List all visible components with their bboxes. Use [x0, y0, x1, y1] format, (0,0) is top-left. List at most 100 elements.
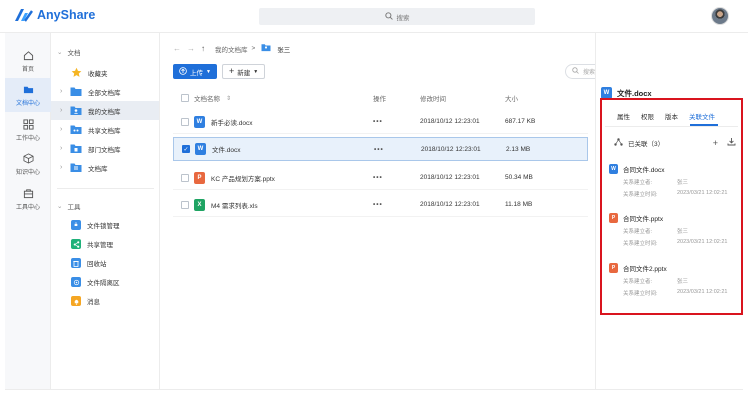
- rail-label: 首页: [21, 67, 34, 73]
- related-file-item[interactable]: P 合同文件.pptx 关系建立者: 张三 关系建立时间: 2023/03/21 1…: [609, 213, 737, 247]
- related-file-name[interactable]: 合同文件2.pptx: [623, 263, 667, 273]
- related-file-name[interactable]: 合同文件.docx: [623, 164, 665, 174]
- table-row[interactable]: X M4 需求列表.xls ••• 2018/10/12 12:23:01 11…: [173, 193, 588, 217]
- table-row[interactable]: W 新手必读.docx ••• 2018/10/12 12:23:01 687.…: [173, 110, 588, 134]
- chevron-right-icon[interactable]: ›: [60, 145, 70, 152]
- related-file-item[interactable]: W 合同文件.docx 关系建立者: 张三 关系建立时间: 2023/03/21 1…: [609, 164, 737, 198]
- anyshare-logo-icon: [14, 8, 33, 22]
- size-column-header[interactable]: 大小: [505, 93, 565, 103]
- global-search-input[interactable]: 搜索: [259, 8, 535, 25]
- relation-icon: [614, 137, 623, 148]
- modified-time: 2018/10/12 12:23:01: [420, 118, 480, 125]
- row-checkbox[interactable]: [181, 173, 189, 182]
- search-icon: [572, 67, 579, 76]
- file-name[interactable]: M4 需求列表.xls: [211, 200, 258, 210]
- table-row-selected[interactable]: ✓ W 文件.docx ••• 2018/10/12 12:23:01 2.13…: [173, 137, 588, 161]
- add-relation-icon[interactable]: +: [713, 138, 718, 148]
- toolbox-icon: [22, 187, 34, 199]
- app-logo[interactable]: AnyShare: [14, 8, 95, 22]
- tree-item-dept-library[interactable]: › 部门文档库: [51, 139, 159, 158]
- tools-section-header[interactable]: ⌄ 工具: [57, 201, 80, 211]
- tree-divider: [57, 188, 154, 189]
- tool-quarantine[interactable]: 文件隔离区: [71, 274, 120, 290]
- file-list-area: ← → ↑ 我的文档库 > 张三 上传 ▼ + 新建 ▼ 文档名称 ⇕ 操作 修…: [160, 33, 595, 389]
- tool-recycle-bin[interactable]: 回收站: [71, 255, 107, 271]
- caret-down-icon: ▼: [253, 68, 259, 75]
- chevron-right-icon[interactable]: ›: [60, 107, 70, 114]
- tree-item-shared-library[interactable]: › 共享文档库: [51, 120, 159, 139]
- tree-item-my-library[interactable]: › 我的文档库: [51, 101, 159, 120]
- tab-versions[interactable]: 版本: [665, 111, 678, 121]
- rail-item-work-center[interactable]: 工作中心: [5, 113, 51, 147]
- file-name[interactable]: KC 产品规划方案.pptx: [211, 173, 275, 183]
- rail-label: 工具中心: [15, 205, 40, 211]
- tool-share-manage[interactable]: 共享管理: [71, 236, 113, 252]
- lock-icon: 🔒︎: [71, 220, 81, 230]
- more-actions-icon[interactable]: •••: [373, 118, 420, 125]
- creator-key: 关系建立者:: [623, 180, 653, 186]
- tree-item-label: 我的文档库: [88, 108, 121, 116]
- shared-folder-icon: [70, 124, 82, 136]
- more-actions-icon[interactable]: •••: [374, 146, 421, 153]
- rail-item-knowledge-center[interactable]: 知识中心: [5, 147, 51, 181]
- tab-permissions[interactable]: 权限: [641, 111, 654, 121]
- sort-icon[interactable]: ⇕: [226, 95, 231, 102]
- file-name[interactable]: 文件.docx: [212, 144, 241, 154]
- related-file-name[interactable]: 合同文件.pptx: [623, 213, 663, 223]
- tab-related-files[interactable]: 关联文件: [689, 111, 715, 121]
- star-icon: [70, 67, 82, 79]
- forward-arrow-icon[interactable]: →: [187, 44, 195, 53]
- table-header: 文档名称 ⇕ 操作 修改时间 大小: [173, 91, 588, 105]
- tree-item-label: 全部文档库: [88, 89, 121, 97]
- chevron-right-icon[interactable]: ›: [60, 126, 70, 133]
- top-header: AnyShare 搜索: [0, 0, 748, 33]
- breadcrumb-separator: >: [251, 45, 256, 52]
- excel-file-icon: X: [194, 198, 205, 211]
- row-checkbox-checked[interactable]: ✓: [182, 145, 190, 153]
- upload-button[interactable]: 上传 ▼: [173, 64, 217, 79]
- up-arrow-icon[interactable]: ↑: [201, 44, 205, 53]
- ppt-file-icon: P: [609, 263, 618, 273]
- more-actions-icon[interactable]: •••: [373, 174, 420, 181]
- rail-item-home[interactable]: 首页: [5, 44, 51, 78]
- breadcrumb-current: 张三: [277, 46, 291, 54]
- related-file-item[interactable]: P 合同文件2.pptx 关系建立者: 张三 关系建立时间: 2023/03/21 …: [609, 263, 737, 297]
- tool-file-lock[interactable]: 🔒︎ 文件锁管理: [71, 217, 120, 233]
- back-arrow-icon[interactable]: ←: [173, 44, 181, 53]
- user-folder-icon: [70, 105, 82, 117]
- related-files-header: 已关联（3） +: [614, 137, 736, 148]
- chevron-right-icon[interactable]: ›: [60, 164, 70, 171]
- table-row[interactable]: P KC 产品规划方案.pptx ••• 2018/10/12 12:23:01…: [173, 166, 588, 190]
- doc-tree-panel: ⌄ 文档 收藏夹 › 全部文档库 › 我的文档库 › 共享文档库 › 部门文档库…: [51, 33, 160, 389]
- creator-key: 关系建立者:: [623, 279, 653, 285]
- file-size: 11.18 MB: [505, 201, 533, 208]
- file-name[interactable]: 新手必读.docx: [211, 117, 253, 127]
- download-icon[interactable]: [727, 137, 736, 148]
- header-label: 文档名称: [194, 96, 220, 103]
- rail-item-tool-center[interactable]: 工具中心: [5, 182, 51, 216]
- new-button[interactable]: + 新建 ▼: [221, 64, 266, 79]
- tree-item-favorites[interactable]: 收藏夹: [51, 63, 159, 82]
- word-file-icon: W: [195, 143, 206, 155]
- tree-item-library[interactable]: › 文档库: [51, 158, 159, 177]
- name-column-header[interactable]: 文档名称 ⇕: [194, 93, 373, 104]
- time-column-header[interactable]: 修改时间: [420, 93, 505, 103]
- tab-properties[interactable]: 属性: [617, 111, 630, 121]
- chevron-right-icon[interactable]: ›: [60, 88, 70, 95]
- select-all-checkbox[interactable]: [181, 94, 189, 102]
- cube-icon: [22, 152, 34, 164]
- row-checkbox[interactable]: [181, 117, 189, 126]
- breadcrumb-root[interactable]: 我的文档库: [215, 44, 248, 54]
- tree-item-all-libraries[interactable]: › 全部文档库: [51, 82, 159, 101]
- tool-label: 消息: [87, 299, 100, 306]
- user-avatar[interactable]: [711, 7, 729, 25]
- search-icon: [384, 11, 393, 22]
- row-checkbox[interactable]: [181, 200, 189, 209]
- rail-item-doc-center[interactable]: 文档中心: [5, 78, 51, 112]
- tool-messages[interactable]: 消息: [71, 293, 100, 309]
- more-actions-icon[interactable]: •••: [373, 201, 420, 208]
- upload-label: 上传: [190, 69, 203, 77]
- chevron-down-icon: ⌄: [57, 49, 63, 56]
- upload-icon: [179, 66, 187, 77]
- docs-section-header[interactable]: ⌄ 文档: [57, 47, 80, 57]
